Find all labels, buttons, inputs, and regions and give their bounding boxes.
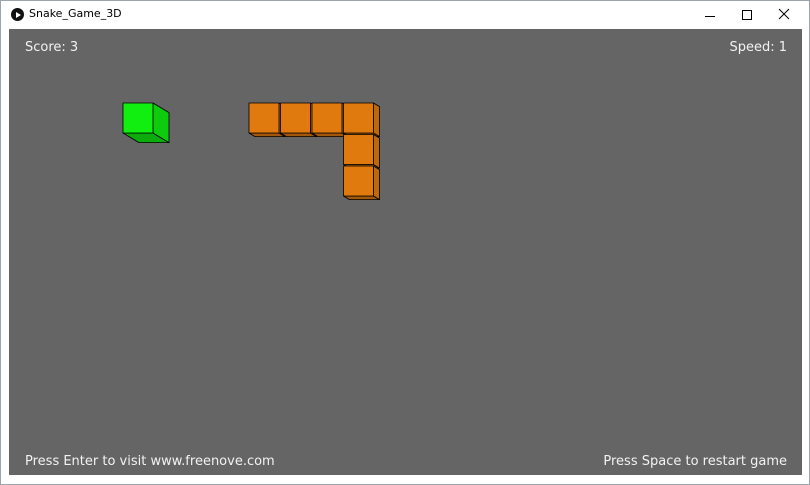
snake-segment — [311, 102, 349, 137]
maximize-button[interactable] — [728, 1, 766, 28]
close-button[interactable] — [765, 1, 803, 28]
food-cube — [122, 102, 170, 143]
minimize-icon — [705, 16, 715, 17]
game-board — [122, 102, 380, 201]
window-title: Snake_Game_3D — [29, 7, 122, 20]
score-label: Score: 3 — [25, 40, 79, 55]
snake-segment — [343, 134, 380, 169]
speed-label: Speed: 1 — [729, 40, 787, 55]
maximize-icon — [742, 10, 752, 20]
snake-segment — [280, 102, 317, 137]
close-icon — [778, 8, 790, 20]
game-canvas[interactable]: Score: 3 Speed: 1 Press Enter to visit w… — [9, 29, 802, 475]
snake-segment — [248, 102, 286, 137]
app-window: Snake_Game_3D Score: 3 Speed: 1 Press En… — [0, 0, 810, 485]
visit-website-hint: Press Enter to visit www.freenove.com — [25, 454, 275, 469]
restart-hint: Press Space to restart game — [603, 454, 787, 469]
title-bar[interactable]: Snake_Game_3D — [1, 1, 809, 28]
play-circle-icon — [11, 8, 24, 21]
snake-segment — [343, 165, 380, 201]
snake-segment — [343, 102, 380, 137]
minimize-button[interactable] — [691, 1, 729, 28]
